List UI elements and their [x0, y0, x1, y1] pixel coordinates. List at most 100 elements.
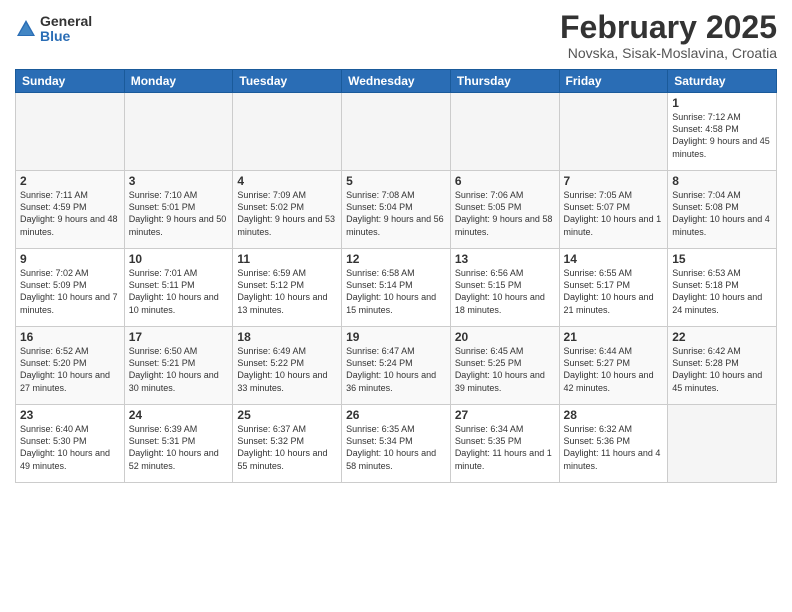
day-info: Sunrise: 7:06 AM Sunset: 5:05 PM Dayligh…: [455, 189, 555, 238]
col-thursday: Thursday: [450, 70, 559, 93]
col-wednesday: Wednesday: [342, 70, 451, 93]
day-number: 1: [672, 96, 772, 110]
col-tuesday: Tuesday: [233, 70, 342, 93]
week-row-1: 2Sunrise: 7:11 AM Sunset: 4:59 PM Daylig…: [16, 171, 777, 249]
week-row-3: 16Sunrise: 6:52 AM Sunset: 5:20 PM Dayli…: [16, 327, 777, 405]
day-info: Sunrise: 6:40 AM Sunset: 5:30 PM Dayligh…: [20, 423, 120, 472]
col-friday: Friday: [559, 70, 668, 93]
day-number: 8: [672, 174, 772, 188]
day-info: Sunrise: 6:35 AM Sunset: 5:34 PM Dayligh…: [346, 423, 446, 472]
logo-blue-text: Blue: [40, 29, 92, 44]
day-number: 25: [237, 408, 337, 422]
calendar-cell: 23Sunrise: 6:40 AM Sunset: 5:30 PM Dayli…: [16, 405, 125, 483]
day-info: Sunrise: 7:04 AM Sunset: 5:08 PM Dayligh…: [672, 189, 772, 238]
day-info: Sunrise: 7:12 AM Sunset: 4:58 PM Dayligh…: [672, 111, 772, 160]
day-number: 21: [564, 330, 664, 344]
month-title: February 2025: [560, 10, 777, 45]
day-number: 19: [346, 330, 446, 344]
day-number: 16: [20, 330, 120, 344]
day-number: 26: [346, 408, 446, 422]
day-info: Sunrise: 6:58 AM Sunset: 5:14 PM Dayligh…: [346, 267, 446, 316]
day-info: Sunrise: 6:47 AM Sunset: 5:24 PM Dayligh…: [346, 345, 446, 394]
day-number: 28: [564, 408, 664, 422]
day-info: Sunrise: 6:49 AM Sunset: 5:22 PM Dayligh…: [237, 345, 337, 394]
header: General Blue February 2025 Novska, Sisak…: [15, 10, 777, 61]
logo-icon: [15, 18, 37, 40]
day-number: 2: [20, 174, 120, 188]
day-info: Sunrise: 6:32 AM Sunset: 5:36 PM Dayligh…: [564, 423, 664, 472]
calendar-cell: [16, 93, 125, 171]
day-info: Sunrise: 7:02 AM Sunset: 5:09 PM Dayligh…: [20, 267, 120, 316]
day-info: Sunrise: 6:53 AM Sunset: 5:18 PM Dayligh…: [672, 267, 772, 316]
day-info: Sunrise: 7:10 AM Sunset: 5:01 PM Dayligh…: [129, 189, 229, 238]
calendar-cell: 19Sunrise: 6:47 AM Sunset: 5:24 PM Dayli…: [342, 327, 451, 405]
calendar-cell: 1Sunrise: 7:12 AM Sunset: 4:58 PM Daylig…: [668, 93, 777, 171]
day-number: 11: [237, 252, 337, 266]
col-sunday: Sunday: [16, 70, 125, 93]
calendar-cell: [124, 93, 233, 171]
day-number: 7: [564, 174, 664, 188]
day-number: 12: [346, 252, 446, 266]
calendar-cell: 17Sunrise: 6:50 AM Sunset: 5:21 PM Dayli…: [124, 327, 233, 405]
calendar-cell: 11Sunrise: 6:59 AM Sunset: 5:12 PM Dayli…: [233, 249, 342, 327]
calendar-cell: 12Sunrise: 6:58 AM Sunset: 5:14 PM Dayli…: [342, 249, 451, 327]
calendar-cell: 27Sunrise: 6:34 AM Sunset: 5:35 PM Dayli…: [450, 405, 559, 483]
calendar-cell: [559, 93, 668, 171]
calendar-cell: 18Sunrise: 6:49 AM Sunset: 5:22 PM Dayli…: [233, 327, 342, 405]
day-info: Sunrise: 6:37 AM Sunset: 5:32 PM Dayligh…: [237, 423, 337, 472]
calendar-cell: 22Sunrise: 6:42 AM Sunset: 5:28 PM Dayli…: [668, 327, 777, 405]
day-number: 27: [455, 408, 555, 422]
day-number: 10: [129, 252, 229, 266]
day-number: 13: [455, 252, 555, 266]
day-info: Sunrise: 6:34 AM Sunset: 5:35 PM Dayligh…: [455, 423, 555, 472]
calendar-cell: 6Sunrise: 7:06 AM Sunset: 5:05 PM Daylig…: [450, 171, 559, 249]
day-info: Sunrise: 7:05 AM Sunset: 5:07 PM Dayligh…: [564, 189, 664, 238]
day-info: Sunrise: 6:39 AM Sunset: 5:31 PM Dayligh…: [129, 423, 229, 472]
logo-text: General Blue: [40, 14, 92, 45]
day-info: Sunrise: 6:42 AM Sunset: 5:28 PM Dayligh…: [672, 345, 772, 394]
calendar-cell: 26Sunrise: 6:35 AM Sunset: 5:34 PM Dayli…: [342, 405, 451, 483]
day-info: Sunrise: 6:59 AM Sunset: 5:12 PM Dayligh…: [237, 267, 337, 316]
day-number: 20: [455, 330, 555, 344]
calendar-cell: 20Sunrise: 6:45 AM Sunset: 5:25 PM Dayli…: [450, 327, 559, 405]
calendar-cell: [342, 93, 451, 171]
calendar-cell: 3Sunrise: 7:10 AM Sunset: 5:01 PM Daylig…: [124, 171, 233, 249]
day-number: 9: [20, 252, 120, 266]
calendar-cell: 25Sunrise: 6:37 AM Sunset: 5:32 PM Dayli…: [233, 405, 342, 483]
calendar-cell: [668, 405, 777, 483]
calendar-cell: 7Sunrise: 7:05 AM Sunset: 5:07 PM Daylig…: [559, 171, 668, 249]
day-number: 24: [129, 408, 229, 422]
day-info: Sunrise: 6:45 AM Sunset: 5:25 PM Dayligh…: [455, 345, 555, 394]
day-number: 4: [237, 174, 337, 188]
logo: General Blue: [15, 14, 92, 45]
calendar-cell: 10Sunrise: 7:01 AM Sunset: 5:11 PM Dayli…: [124, 249, 233, 327]
col-saturday: Saturday: [668, 70, 777, 93]
day-info: Sunrise: 6:55 AM Sunset: 5:17 PM Dayligh…: [564, 267, 664, 316]
week-row-0: 1Sunrise: 7:12 AM Sunset: 4:58 PM Daylig…: [16, 93, 777, 171]
day-number: 14: [564, 252, 664, 266]
calendar-header-row: Sunday Monday Tuesday Wednesday Thursday…: [16, 70, 777, 93]
day-info: Sunrise: 6:56 AM Sunset: 5:15 PM Dayligh…: [455, 267, 555, 316]
calendar-cell: 21Sunrise: 6:44 AM Sunset: 5:27 PM Dayli…: [559, 327, 668, 405]
day-info: Sunrise: 7:11 AM Sunset: 4:59 PM Dayligh…: [20, 189, 120, 238]
day-number: 6: [455, 174, 555, 188]
day-number: 15: [672, 252, 772, 266]
day-info: Sunrise: 7:08 AM Sunset: 5:04 PM Dayligh…: [346, 189, 446, 238]
calendar-cell: 8Sunrise: 7:04 AM Sunset: 5:08 PM Daylig…: [668, 171, 777, 249]
calendar-cell: [450, 93, 559, 171]
calendar-cell: 2Sunrise: 7:11 AM Sunset: 4:59 PM Daylig…: [16, 171, 125, 249]
calendar-cell: 16Sunrise: 6:52 AM Sunset: 5:20 PM Dayli…: [16, 327, 125, 405]
day-number: 22: [672, 330, 772, 344]
calendar-cell: 15Sunrise: 6:53 AM Sunset: 5:18 PM Dayli…: [668, 249, 777, 327]
calendar-cell: 24Sunrise: 6:39 AM Sunset: 5:31 PM Dayli…: [124, 405, 233, 483]
location: Novska, Sisak-Moslavina, Croatia: [560, 45, 777, 61]
day-number: 18: [237, 330, 337, 344]
calendar-cell: 9Sunrise: 7:02 AM Sunset: 5:09 PM Daylig…: [16, 249, 125, 327]
logo-general-text: General: [40, 14, 92, 29]
calendar-page: General Blue February 2025 Novska, Sisak…: [0, 0, 792, 612]
col-monday: Monday: [124, 70, 233, 93]
week-row-2: 9Sunrise: 7:02 AM Sunset: 5:09 PM Daylig…: [16, 249, 777, 327]
calendar-table: Sunday Monday Tuesday Wednesday Thursday…: [15, 69, 777, 483]
calendar-cell: 4Sunrise: 7:09 AM Sunset: 5:02 PM Daylig…: [233, 171, 342, 249]
day-number: 17: [129, 330, 229, 344]
